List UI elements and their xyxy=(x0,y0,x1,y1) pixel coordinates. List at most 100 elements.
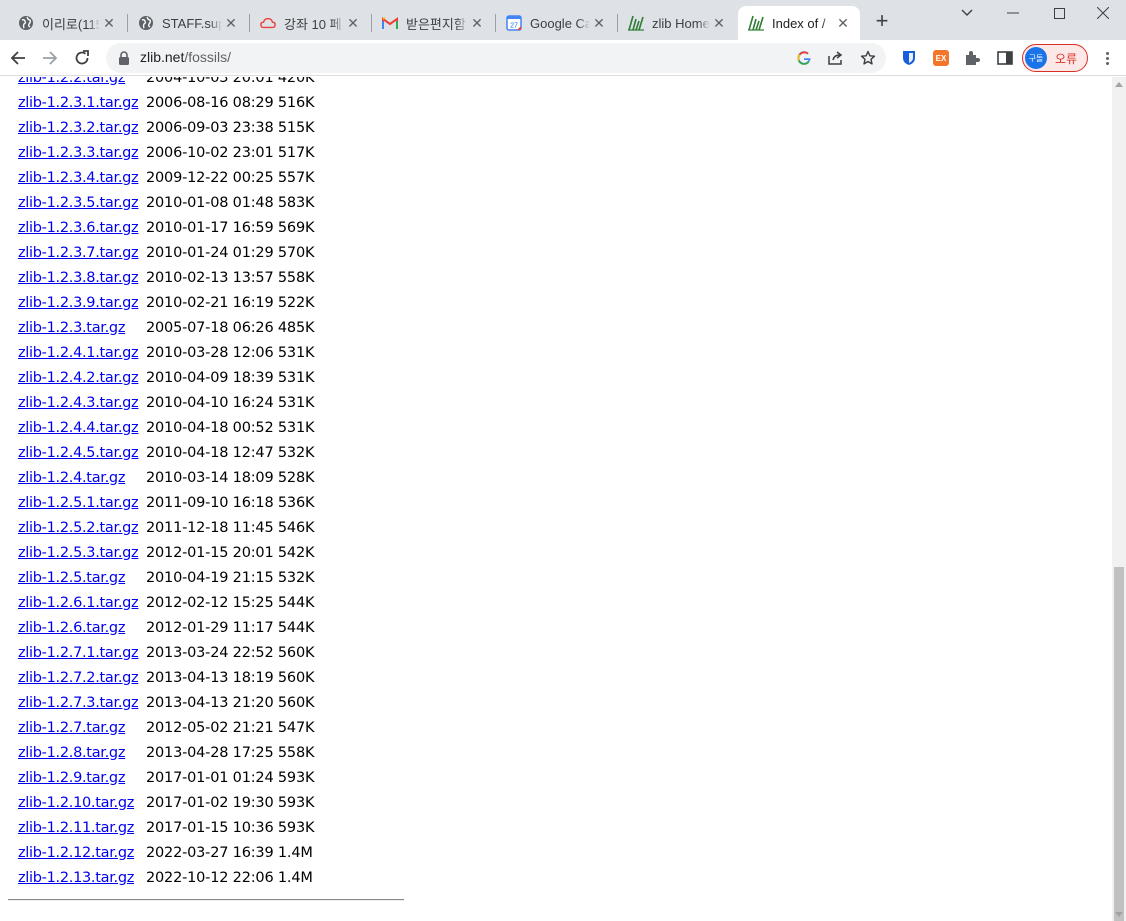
file-link[interactable]: zlib-1.2.4.3.tar.gz xyxy=(18,395,146,411)
file-meta: 2010-03-28 12:06 531K xyxy=(146,345,314,361)
scroll-thumb[interactable] xyxy=(1114,567,1124,921)
reload-button[interactable] xyxy=(68,44,96,72)
tab-3[interactable]: 강좌 10 페 ✕ xyxy=(250,6,370,40)
url-path: /fossils/ xyxy=(184,49,232,65)
arrow-left-icon xyxy=(10,51,25,65)
file-link[interactable]: zlib-1.2.13.tar.gz xyxy=(18,870,146,886)
file-link[interactable]: zlib-1.2.7.2.tar.gz xyxy=(18,670,146,686)
tab-2[interactable]: STAFF.supe ✕ xyxy=(128,6,248,40)
vertical-scrollbar[interactable] xyxy=(1112,77,1126,921)
file-link[interactable]: zlib-1.2.4.tar.gz xyxy=(18,470,146,486)
file-date: 2009-12-22 00:25 xyxy=(146,169,274,186)
tab-title: 받은편지함 xyxy=(406,16,466,32)
page-content: zlib-1.2.2.tar.gz 2004-10-03 20:01 420K zl… xyxy=(0,77,1112,921)
url-text[interactable]: zlib.net/fossils/ xyxy=(140,49,231,65)
file-link[interactable]: zlib-1.2.3.7.tar.gz xyxy=(18,245,146,261)
file-size: 532K xyxy=(277,444,315,461)
file-date: 2010-04-18 12:47 xyxy=(146,444,274,461)
file-link[interactable]: zlib-1.2.3.3.tar.gz xyxy=(18,145,146,161)
close-icon[interactable]: ✕ xyxy=(834,14,852,32)
file-link[interactable]: zlib-1.2.6.1.tar.gz xyxy=(18,595,146,611)
puzzle-extensions-icon[interactable] xyxy=(962,48,982,68)
ex-extension-icon[interactable]: EX xyxy=(931,48,951,68)
file-row: zlib-1.2.7.3.tar.gz 2013-04-13 21:20 560K xyxy=(18,690,314,715)
tab-7-active[interactable]: Index of / ✕ xyxy=(738,6,860,40)
close-icon[interactable]: ✕ xyxy=(710,14,728,32)
file-link[interactable]: zlib-1.2.5.1.tar.gz xyxy=(18,495,146,511)
close-icon[interactable]: ✕ xyxy=(590,14,608,32)
forward-button[interactable] xyxy=(36,44,64,72)
file-row: zlib-1.2.4.3.tar.gz 2010-04-10 16:24 531K xyxy=(18,390,314,415)
minimize-button[interactable] xyxy=(990,0,1036,26)
file-link[interactable]: zlib-1.2.7.1.tar.gz xyxy=(18,645,146,661)
tab-title: Index of / xyxy=(772,15,826,31)
file-link[interactable]: zlib-1.2.4.5.tar.gz xyxy=(18,445,146,461)
file-link[interactable]: zlib-1.2.9.tar.gz xyxy=(18,770,146,786)
bitwarden-shield-icon[interactable] xyxy=(899,48,919,68)
lock-icon[interactable] xyxy=(118,51,130,70)
file-meta: 2017-01-02 19:30 593K xyxy=(146,795,314,811)
close-icon[interactable]: ✕ xyxy=(344,14,362,32)
file-row: zlib-1.2.3.3.tar.gz 2006-10-02 23:01 517K xyxy=(18,140,314,165)
file-date: 2012-02-12 15:25 xyxy=(146,594,274,611)
file-link[interactable]: zlib-1.2.3.4.tar.gz xyxy=(18,170,146,186)
file-link[interactable]: zlib-1.2.3.9.tar.gz xyxy=(18,295,146,311)
file-meta: 2012-01-15 20:01 542K xyxy=(146,545,314,561)
tab-6[interactable]: zlib Home ✕ xyxy=(618,6,736,40)
scroll-up-arrow-icon[interactable] xyxy=(1112,77,1126,91)
file-link[interactable]: zlib-1.2.3.8.tar.gz xyxy=(18,270,146,286)
close-window-button[interactable] xyxy=(1080,0,1126,26)
file-link[interactable]: zlib-1.2.4.4.tar.gz xyxy=(18,420,146,436)
file-size: 528K xyxy=(277,469,315,486)
address-bar[interactable]: zlib.net/fossils/ xyxy=(106,43,886,73)
file-link[interactable]: zlib-1.2.4.1.tar.gz xyxy=(18,345,146,361)
file-link[interactable]: zlib-1.2.4.2.tar.gz xyxy=(18,370,146,386)
tab-4[interactable]: 받은편지함 ✕ xyxy=(372,6,494,40)
file-meta: 2022-03-27 16:39 1.4M xyxy=(146,845,313,861)
close-icon[interactable]: ✕ xyxy=(100,14,118,32)
file-link[interactable]: zlib-1.2.3.1.tar.gz xyxy=(18,95,146,111)
star-icon[interactable] xyxy=(858,48,878,68)
file-link[interactable]: zlib-1.2.5.3.tar.gz xyxy=(18,545,146,561)
maximize-button[interactable] xyxy=(1036,0,1082,26)
file-row: zlib-1.2.3.6.tar.gz 2010-01-17 16:59 569K xyxy=(18,215,314,240)
file-link[interactable]: zlib-1.2.12.tar.gz xyxy=(18,845,146,861)
close-icon[interactable]: ✕ xyxy=(222,14,240,32)
file-link[interactable]: zlib-1.2.10.tar.gz xyxy=(18,795,146,811)
new-tab-button[interactable]: + xyxy=(870,10,894,34)
file-size: 531K xyxy=(277,369,315,386)
close-icon[interactable]: ✕ xyxy=(468,14,486,32)
side-panel-icon[interactable] xyxy=(995,48,1015,68)
file-link[interactable]: zlib-1.2.3.2.tar.gz xyxy=(18,120,146,136)
file-row: zlib-1.2.7.tar.gz 2012-05-02 21:21 547K xyxy=(18,715,314,740)
file-link[interactable]: zlib-1.2.3.6.tar.gz xyxy=(18,220,146,236)
file-size: 420K xyxy=(277,77,315,86)
file-link[interactable]: zlib-1.2.3.5.tar.gz xyxy=(18,195,146,211)
file-listing: zlib-1.2.2.tar.gz 2004-10-03 20:01 420K zl… xyxy=(18,77,314,890)
file-meta: 2004-10-03 20:01 420K xyxy=(146,77,314,86)
share-icon[interactable] xyxy=(826,48,846,68)
kebab-menu-icon[interactable] xyxy=(1098,48,1116,68)
scroll-down-arrow-icon[interactable] xyxy=(1112,907,1126,921)
file-row: zlib-1.2.4.1.tar.gz 2010-03-28 12:06 531K xyxy=(18,340,314,365)
zlib-icon xyxy=(628,15,644,31)
file-date: 2013-04-28 17:25 xyxy=(146,744,274,761)
google-translate-icon[interactable] xyxy=(794,48,814,68)
tab-search-button[interactable] xyxy=(944,0,990,26)
file-link[interactable]: zlib-1.2.5.2.tar.gz xyxy=(18,520,146,536)
file-link[interactable]: zlib-1.2.5.tar.gz xyxy=(18,570,146,586)
file-link[interactable]: zlib-1.2.2.tar.gz xyxy=(18,77,146,86)
file-link[interactable]: zlib-1.2.6.tar.gz xyxy=(18,620,146,636)
profile-button[interactable]: 구돌 오류 xyxy=(1022,44,1088,72)
tab-5[interactable]: 27 Google Ca ✕ xyxy=(496,6,616,40)
tab-1[interactable]: 이리로(115 ✕ xyxy=(8,6,126,40)
file-link[interactable]: zlib-1.2.11.tar.gz xyxy=(18,820,146,836)
cloud-icon xyxy=(260,15,276,31)
file-link[interactable]: zlib-1.2.3.tar.gz xyxy=(18,320,146,336)
file-link[interactable]: zlib-1.2.7.tar.gz xyxy=(18,720,146,736)
file-size: 560K xyxy=(277,694,315,711)
file-date: 2017-01-01 01:24 xyxy=(146,769,274,786)
file-link[interactable]: zlib-1.2.8.tar.gz xyxy=(18,745,146,761)
back-button[interactable] xyxy=(4,44,32,72)
file-link[interactable]: zlib-1.2.7.3.tar.gz xyxy=(18,695,146,711)
